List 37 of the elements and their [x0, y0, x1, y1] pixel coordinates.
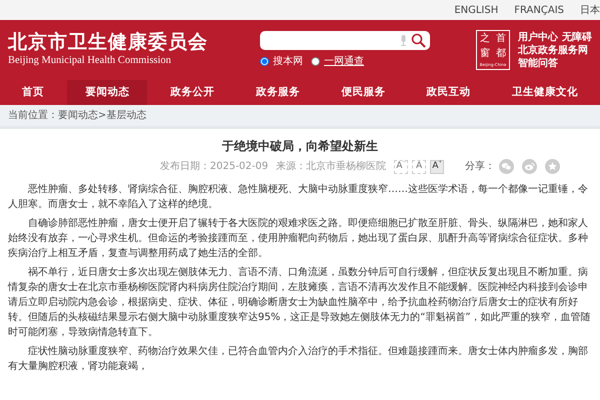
- search-icon[interactable]: [411, 33, 426, 48]
- font-size-button[interactable]: A: [412, 160, 426, 174]
- article-paragraph: 恶性肿瘤、多处转移、肾病综合征、胸腔积液、急性脑梗死、大脑中动脉重度狭窄……这些医学术语，每一个都像一记重锤，令人胆寒。而唐女士，就不幸陷入了这样的绝境。: [8, 182, 589, 212]
- article-title: 于绝境中破局，向希望处新生: [222, 139, 378, 153]
- article-paragraph: 自确诊肺部恶性肿瘤，唐女士便开启了辗转于各大医院的艰难求医之路。即便癌细胞已扩散至肝脏、骨头、纵隔淋巴，她和家人始终没有放弃，一心寻求生机。但命运的考验接踵而至，使用肿瘤靶向药物后，她出现了蛋白尿、肌酐升高等肾病综合征症状。多种疾病治疗上相互矛盾，复查与调整用药成了她生活的全部。: [8, 216, 589, 261]
- site-subtitle: Beijing Municipal Health Commission: [8, 54, 172, 68]
- search-scope-radio[interactable]: [311, 57, 320, 66]
- breadcrumb-label: 当前位置：: [8, 108, 58, 123]
- breadcrumb-separator: >: [98, 109, 106, 123]
- font-size-button[interactable]: A$^{⁺}$: [430, 160, 444, 174]
- share-label: 分享：: [465, 160, 495, 174]
- site-title: 北京市卫生健康委员会: [8, 32, 209, 53]
- portal-link[interactable]: 用户中心: [518, 30, 558, 44]
- nav-tab[interactable]: 政务公开: [152, 80, 233, 105]
- breadcrumb-link[interactable]: 基层动态: [106, 108, 146, 123]
- language-link[interactable]: 日本: [580, 2, 600, 18]
- nav-tab[interactable]: 首页: [4, 80, 62, 105]
- language-link[interactable]: FRANÇAIS: [514, 2, 564, 18]
- search-field[interactable]: [260, 31, 430, 50]
- publish-date: 发布日期：2025-02-09: [160, 160, 268, 174]
- search-scope-radio[interactable]: [260, 57, 269, 66]
- nav-tab[interactable]: 便民服务: [323, 80, 404, 105]
- portal-link[interactable]: 智能问答: [518, 56, 558, 70]
- breadcrumb-link[interactable]: 要闻动态: [58, 108, 98, 123]
- nav-tab[interactable]: 要闻动态: [67, 80, 148, 105]
- portal-link[interactable]: 北京政务服务网: [518, 44, 588, 56]
- nav-tab[interactable]: 政务服务: [238, 80, 318, 105]
- font-size-button[interactable]: A$^{⁻}$: [394, 160, 408, 174]
- article-paragraph: 症状性脑动脉重度狭窄、药物治疗效果欠佳，已符合血管内介入治疗的手术指征。但难题接踵而来。唐女士体内肿瘤多发，胸部有大量胸腔积液，肾功能衰竭，: [8, 344, 589, 374]
- nav-tab[interactable]: 政民互动: [408, 80, 489, 105]
- portal-link[interactable]: 无障碍: [562, 30, 592, 44]
- article-paragraph: 祸不单行，近日唐女士多次出现左侧肢体无力、言语不清、口角流涎，虽数分钟后可自行缓解，但症状反复出现且不断加重。病情复杂的唐女士在北京市垂杨柳医院肾内科病房住院治疗期间，左肢瘫痪，言语不清再次发作且不能缓解。医院神经内科接到会诊申请后立即启动院内急会诊，根据病史、症状、体征，明确诊断唐女士为缺血性脑卒中，给予抗血栓药物治疗后唐女士的症状有所好转。但随后的头核磁结果显示右侧大脑中动脉重度狭窄达95%，这正是导致她左侧肢体无力的“罪魁祸首”，如此严重的狭窄，血管随时可能闭塞，导致病情急转直下。: [8, 266, 592, 340]
- search-scope-label[interactable]: 一网通查: [324, 54, 364, 69]
- search-scope-label[interactable]: 搜本网: [273, 54, 303, 69]
- language-link[interactable]: ENGLISH: [454, 2, 498, 18]
- nav-tab[interactable]: 卫生健康文化: [494, 80, 596, 105]
- article-source: 来源：北京市垂杨柳医院: [276, 160, 386, 174]
